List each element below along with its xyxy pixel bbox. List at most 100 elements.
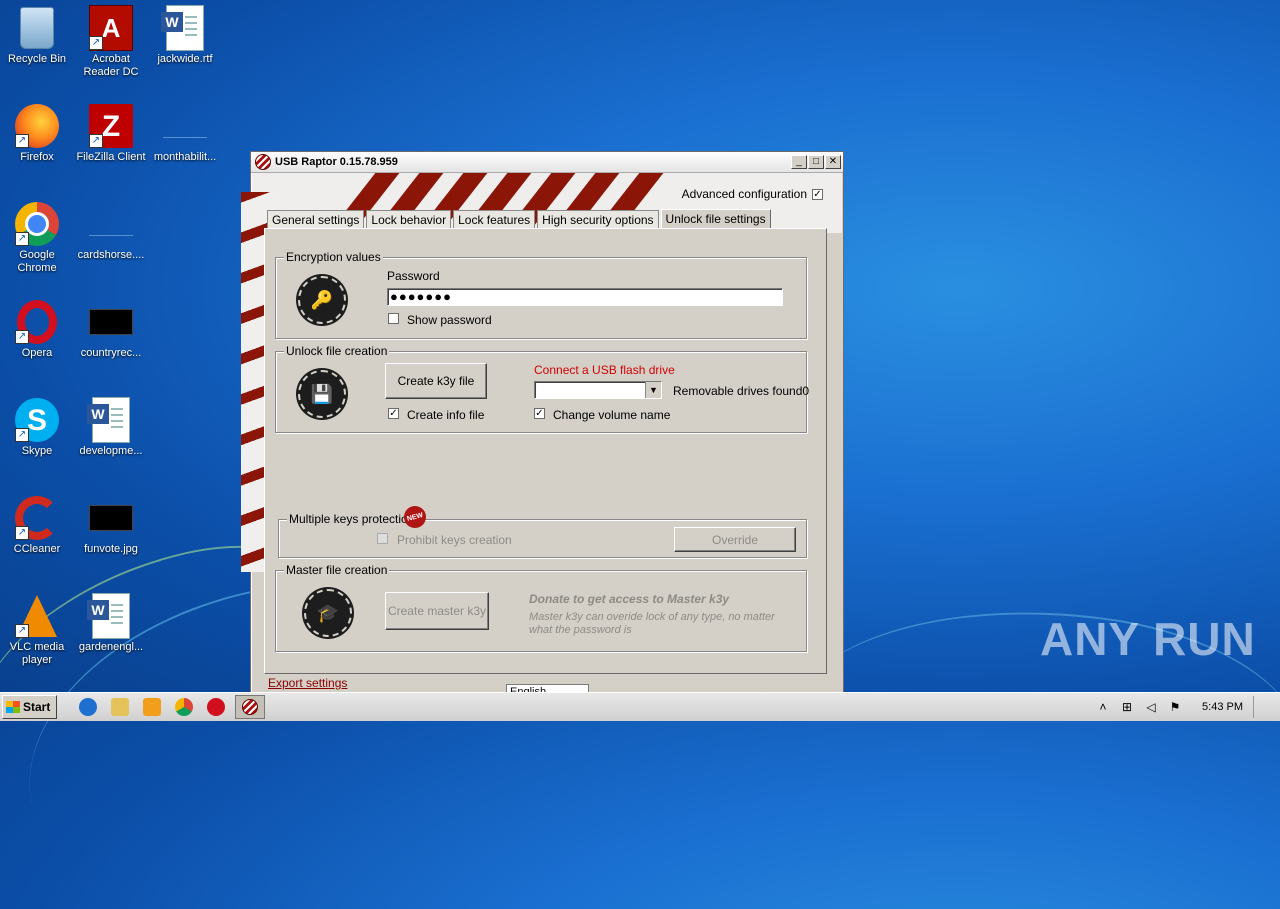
usb-raptor-app-icon [255, 154, 271, 170]
override-button[interactable]: Override [674, 527, 796, 552]
watermark-text: ANY RUN [1040, 613, 1256, 665]
tab-lock-behavior[interactable]: Lock behavior [366, 210, 452, 230]
ie-icon[interactable] [79, 698, 98, 716]
desktop-icon-firefox[interactable]: ↗ Firefox [0, 104, 74, 164]
maximize-button[interactable]: □ [808, 155, 824, 169]
desktop-icon-label: Acrobat Reader DC [83, 53, 139, 78]
blank-file-icon [89, 202, 133, 246]
word-doc-icon [87, 397, 133, 443]
firefox-icon: ↗ [15, 104, 59, 148]
desktop-icon-label: cardshorse.... [77, 249, 145, 261]
donate-text: Master k3y can overide lock of any type,… [529, 611, 775, 636]
taskbar: Start ˄ ⊞ ◁ ⚑ 5:43 PM [0, 692, 1280, 721]
anyrun-watermark: ANY RUN [1040, 612, 1256, 666]
desktop-icon-label: Google Chrome [17, 249, 57, 274]
desktop-icon-funvote[interactable]: funvote.jpg [74, 496, 148, 556]
change-volume-name-checkbox[interactable]: ✓ [534, 408, 545, 419]
unlock-file-creation-group: Unlock file creation 💾 Create k3y file ✓… [275, 344, 810, 433]
image-thumb-icon [89, 496, 133, 540]
desktop-icon-chrome[interactable]: ↗ Google Chrome [0, 202, 74, 275]
system-tray: ˄ ⊞ ◁ ⚑ 5:43 PM [1096, 693, 1280, 721]
change-volume-name-label: Change volume name [553, 408, 671, 422]
connect-usb-label: Connect a USB flash drive [534, 363, 675, 377]
windows-logo-icon [6, 701, 20, 713]
window-title: USB Raptor 0.15.78.959 [275, 156, 398, 168]
desktop-icon-ccleaner[interactable]: ↗ CCleaner [0, 496, 74, 556]
save-usb-icon: 💾 [298, 370, 346, 418]
start-button[interactable]: Start [2, 695, 58, 719]
export-settings-link[interactable]: Export settings [268, 676, 347, 690]
blank-file-icon [163, 104, 207, 148]
window-titlebar[interactable]: USB Raptor 0.15.78.959 _ □ ✕ [251, 152, 843, 173]
desktop-icon-label: developme... [79, 445, 143, 457]
window-controls: _ □ ✕ [791, 155, 841, 169]
password-label: Password [387, 269, 440, 283]
usb-raptor-taskbar-icon [242, 699, 259, 715]
show-password-checkbox[interactable] [388, 313, 399, 324]
desktop-icon-recycle-bin[interactable]: Recycle Bin [0, 6, 74, 66]
desktop-icon-monthabilit[interactable]: monthabilit... [148, 104, 222, 164]
usb-raptor-window: USB Raptor 0.15.78.959 _ □ ✕ Advanced co… [241, 151, 844, 700]
word-doc-icon [87, 593, 133, 639]
network-icon[interactable]: ⊞ [1120, 700, 1134, 714]
desktop-icon-vlc[interactable]: ↗ VLC media player [0, 594, 74, 667]
desktop-icon-label: FileZilla Client [76, 151, 146, 163]
word-doc-icon [161, 5, 207, 51]
minimize-button[interactable]: _ [791, 155, 807, 169]
skype-icon: S ↗ [15, 398, 59, 442]
chevron-down-icon[interactable]: ▼ [645, 382, 661, 398]
desktop-icon-opera[interactable]: ↗ Opera [0, 300, 74, 360]
desktop-icon-skype[interactable]: S ↗ Skype [0, 398, 74, 458]
graduation-cap-icon: 🎓 [304, 589, 352, 637]
desktop-icon-acrobat[interactable]: A ↗ Acrobat Reader DC [74, 5, 148, 79]
desktop-icon-gardenengl[interactable]: gardenengl... [74, 593, 148, 654]
desktop-icon-developme[interactable]: developme... [74, 397, 148, 458]
desktop-icon-filezilla[interactable]: Z ↗ FileZilla Client [74, 104, 148, 164]
explorer-icon[interactable] [111, 698, 130, 716]
tab-general-settings[interactable]: General settings [267, 210, 365, 230]
vlc-icon: ↗ [15, 594, 59, 638]
desktop-icon-label: monthabilit... [153, 151, 217, 163]
encryption-values-group: Encryption values 🔑 Password ●●●●●●● Sho… [275, 250, 807, 339]
desktop-icon-cardshorse[interactable]: cardshorse.... [74, 202, 148, 262]
clock[interactable]: 5:43 PM [1202, 701, 1243, 713]
opera-icon: ↗ [15, 300, 59, 344]
usb-drive-select[interactable]: ▼ [534, 381, 662, 399]
desktop-icon-jackwide[interactable]: jackwide.rtf [148, 5, 222, 66]
desktop-icon-label: CCleaner [13, 543, 61, 555]
removable-drives-found-label: Removable drives found0 [673, 384, 810, 398]
advanced-config-row: Advanced configuration ✓ [682, 187, 823, 201]
key-icon: 🔑 [298, 276, 346, 324]
encryption-values-legend: Encryption values [284, 250, 383, 264]
acrobat-icon: A ↗ [89, 5, 133, 51]
donate-title: Donate to get access to Master k3y [529, 592, 730, 606]
media-player-icon[interactable] [143, 698, 162, 716]
master-file-legend: Master file creation [284, 563, 390, 577]
usb-raptor-taskbar-button[interactable] [235, 695, 266, 719]
chevron-up-icon[interactable]: ˄ [1096, 700, 1110, 714]
desktop-icon-label: VLC media player [9, 641, 65, 666]
chrome-taskbar-icon[interactable] [175, 698, 194, 716]
opera-taskbar-icon[interactable] [207, 698, 226, 716]
advanced-config-label: Advanced configuration [681, 187, 807, 201]
start-label: Start [23, 700, 51, 714]
prohibit-keys-checkbox[interactable] [377, 533, 388, 544]
new-badge: NEW [401, 503, 429, 531]
filezilla-icon: Z ↗ [89, 104, 133, 148]
unlock-file-settings-panel: Encryption values 🔑 Password ●●●●●●● Sho… [264, 228, 827, 674]
flag-icon[interactable]: ⚑ [1168, 700, 1182, 714]
show-password-label: Show password [407, 313, 492, 327]
create-master-k3y-button[interactable]: Create master k3y [385, 592, 489, 630]
show-desktop-button[interactable] [1253, 696, 1268, 718]
advanced-config-checkbox[interactable]: ✓ [812, 188, 823, 200]
desktop-icon-label: Opera [21, 347, 53, 359]
volume-icon[interactable]: ◁ [1144, 700, 1158, 714]
desktop-icon-countryrec[interactable]: countryrec... [74, 300, 148, 360]
create-info-file-checkbox[interactable]: ✓ [388, 408, 399, 419]
tab-high-security-options[interactable]: High security options [537, 210, 659, 230]
close-button[interactable]: ✕ [825, 155, 841, 169]
desktop-icon-label: Firefox [20, 151, 54, 163]
password-input[interactable]: ●●●●●●● [387, 288, 783, 306]
tab-lock-features[interactable]: Lock features [453, 210, 536, 230]
create-k3y-file-button[interactable]: Create k3y file [385, 363, 487, 399]
